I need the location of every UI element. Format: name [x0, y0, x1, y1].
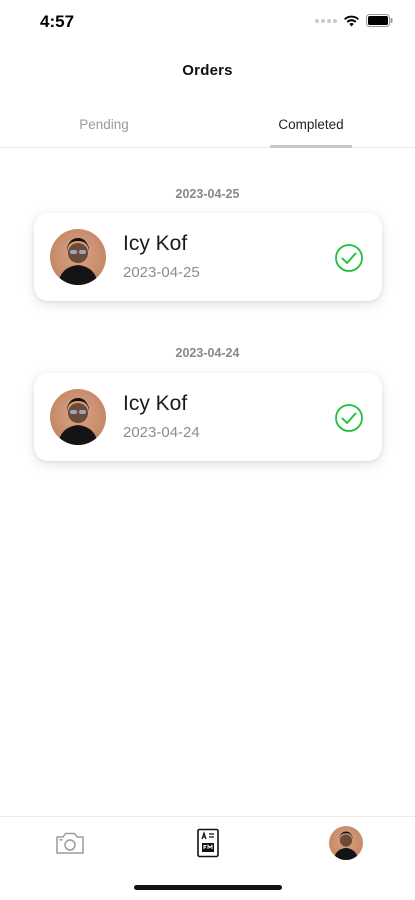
order-date: 2023-04-24	[123, 424, 200, 441]
orders-screen: 4:57 Orders Pending Completed 2023-04-25	[0, 0, 415, 900]
order-customer-name: Icy Kof	[123, 392, 188, 415]
nav-profile-button[interactable]	[326, 825, 366, 861]
status-time: 4:57	[40, 12, 75, 31]
orders-document-icon	[197, 828, 219, 858]
order-card[interactable]: Icy Kof 2023-04-24	[34, 373, 382, 461]
order-customer-name: Icy Kof	[123, 232, 188, 255]
check-circle-icon	[335, 244, 363, 272]
avatar	[50, 229, 106, 285]
tab-pending[interactable]: Pending	[60, 108, 148, 148]
tab-completed[interactable]: Completed	[270, 108, 352, 148]
page-title: Orders	[182, 62, 233, 79]
order-status-tabs: Pending Completed	[0, 108, 415, 148]
battery-icon	[366, 14, 393, 27]
avatar	[50, 389, 106, 445]
date-group-header: 2023-04-25	[175, 187, 240, 201]
home-indicator[interactable]	[134, 885, 282, 890]
date-group-header: 2023-04-24	[175, 346, 240, 360]
nav-orders-button[interactable]	[188, 825, 228, 861]
cellular-signal-icon	[315, 18, 337, 23]
status-icons	[315, 14, 393, 27]
order-date: 2023-04-25	[123, 264, 200, 281]
check-circle-icon	[335, 404, 363, 432]
status-bar: 4:57	[0, 0, 415, 44]
profile-avatar	[329, 826, 363, 860]
order-card[interactable]: Icy Kof 2023-04-25	[34, 213, 382, 301]
bottom-navigation	[0, 816, 415, 866]
nav-camera-button[interactable]	[50, 825, 90, 861]
wifi-icon	[344, 15, 359, 26]
camera-icon	[56, 832, 84, 854]
